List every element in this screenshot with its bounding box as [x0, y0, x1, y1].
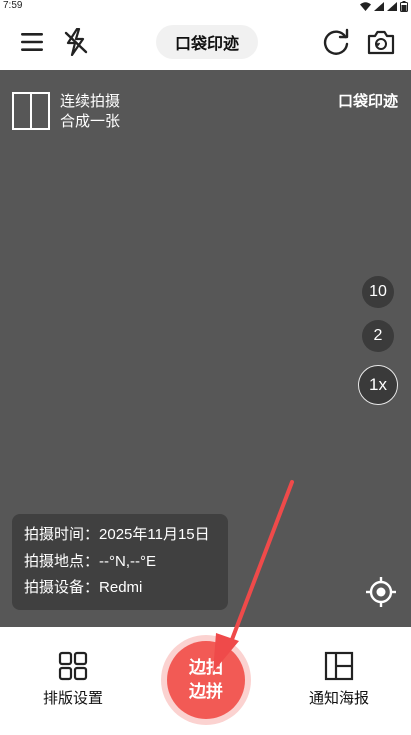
info-location-row: 拍摄地点：--°N,--°E — [24, 549, 228, 576]
switch-camera-icon[interactable] — [363, 24, 399, 60]
info-time-label: 拍摄时间： — [24, 526, 100, 543]
battery-icon — [400, 1, 408, 12]
info-location-value: --°N,--°E — [99, 552, 156, 570]
zoom-1x-button[interactable]: 1x — [358, 365, 398, 405]
locate-icon[interactable] — [364, 575, 398, 609]
shutter-label-line2: 边拼 — [189, 682, 223, 701]
top-bar: 口袋印迹 — [0, 14, 411, 70]
watermark-label: 口袋印迹 — [337, 93, 398, 110]
app-title: 口袋印迹 — [156, 25, 258, 59]
info-time-row: 拍摄时间：2025年11月15日 — [24, 522, 228, 549]
continuous-shoot-mode[interactable]: 连续拍摄 合成一张 — [12, 92, 120, 132]
shutter-button[interactable]: 边拍 边拼 — [167, 641, 245, 719]
refresh-icon[interactable] — [318, 24, 354, 60]
status-bar: 7:59 — [0, 0, 411, 14]
notice-poster-label: 通知海报 — [308, 690, 369, 707]
wifi-icon — [360, 2, 371, 11]
status-time: 7:59 — [3, 0, 23, 11]
signal-icon — [374, 2, 384, 11]
bottom-bar: 排版设置 边拍 边拼 通知海报 — [0, 627, 411, 735]
notice-poster-button[interactable]: 通知海报 — [294, 651, 384, 708]
photo-info-card[interactable]: 拍摄时间：2025年11月15日 拍摄地点：--°N,--°E 拍摄设备：Red… — [12, 514, 228, 610]
zoom-2-button[interactable]: 2 — [362, 320, 394, 352]
menu-icon[interactable] — [14, 24, 50, 60]
info-device-row: 拍摄设备：Redmi — [24, 575, 228, 602]
info-device-value: Redmi — [99, 579, 143, 596]
poster-layout-icon — [324, 651, 354, 681]
grid-icon — [58, 651, 88, 681]
shutter-label-line1: 边拍 — [189, 658, 223, 677]
mode-label: 连续拍摄 合成一张 — [60, 92, 120, 132]
split-layout-icon — [12, 92, 50, 130]
mode-label-line1: 连续拍摄 — [60, 93, 121, 110]
camera-viewfinder[interactable]: 连续拍摄 合成一张 口袋印迹 10 2 1x 拍摄时间：2025年11月15日 … — [0, 70, 411, 627]
info-location-label: 拍摄地点： — [24, 552, 100, 570]
signal-icon-2 — [387, 2, 397, 11]
info-device-label: 拍摄设备： — [24, 579, 100, 596]
info-time-value: 2025年11月15日 — [99, 526, 210, 543]
status-icons — [360, 1, 408, 12]
layout-settings-label: 排版设置 — [42, 690, 103, 707]
layout-settings-button[interactable]: 排版设置 — [28, 651, 118, 708]
mode-label-line2: 合成一张 — [60, 113, 121, 130]
flash-off-icon[interactable] — [58, 24, 94, 60]
shutter-ring[interactable]: 边拍 边拼 — [161, 635, 251, 725]
zoom-10-button[interactable]: 10 — [362, 276, 394, 308]
